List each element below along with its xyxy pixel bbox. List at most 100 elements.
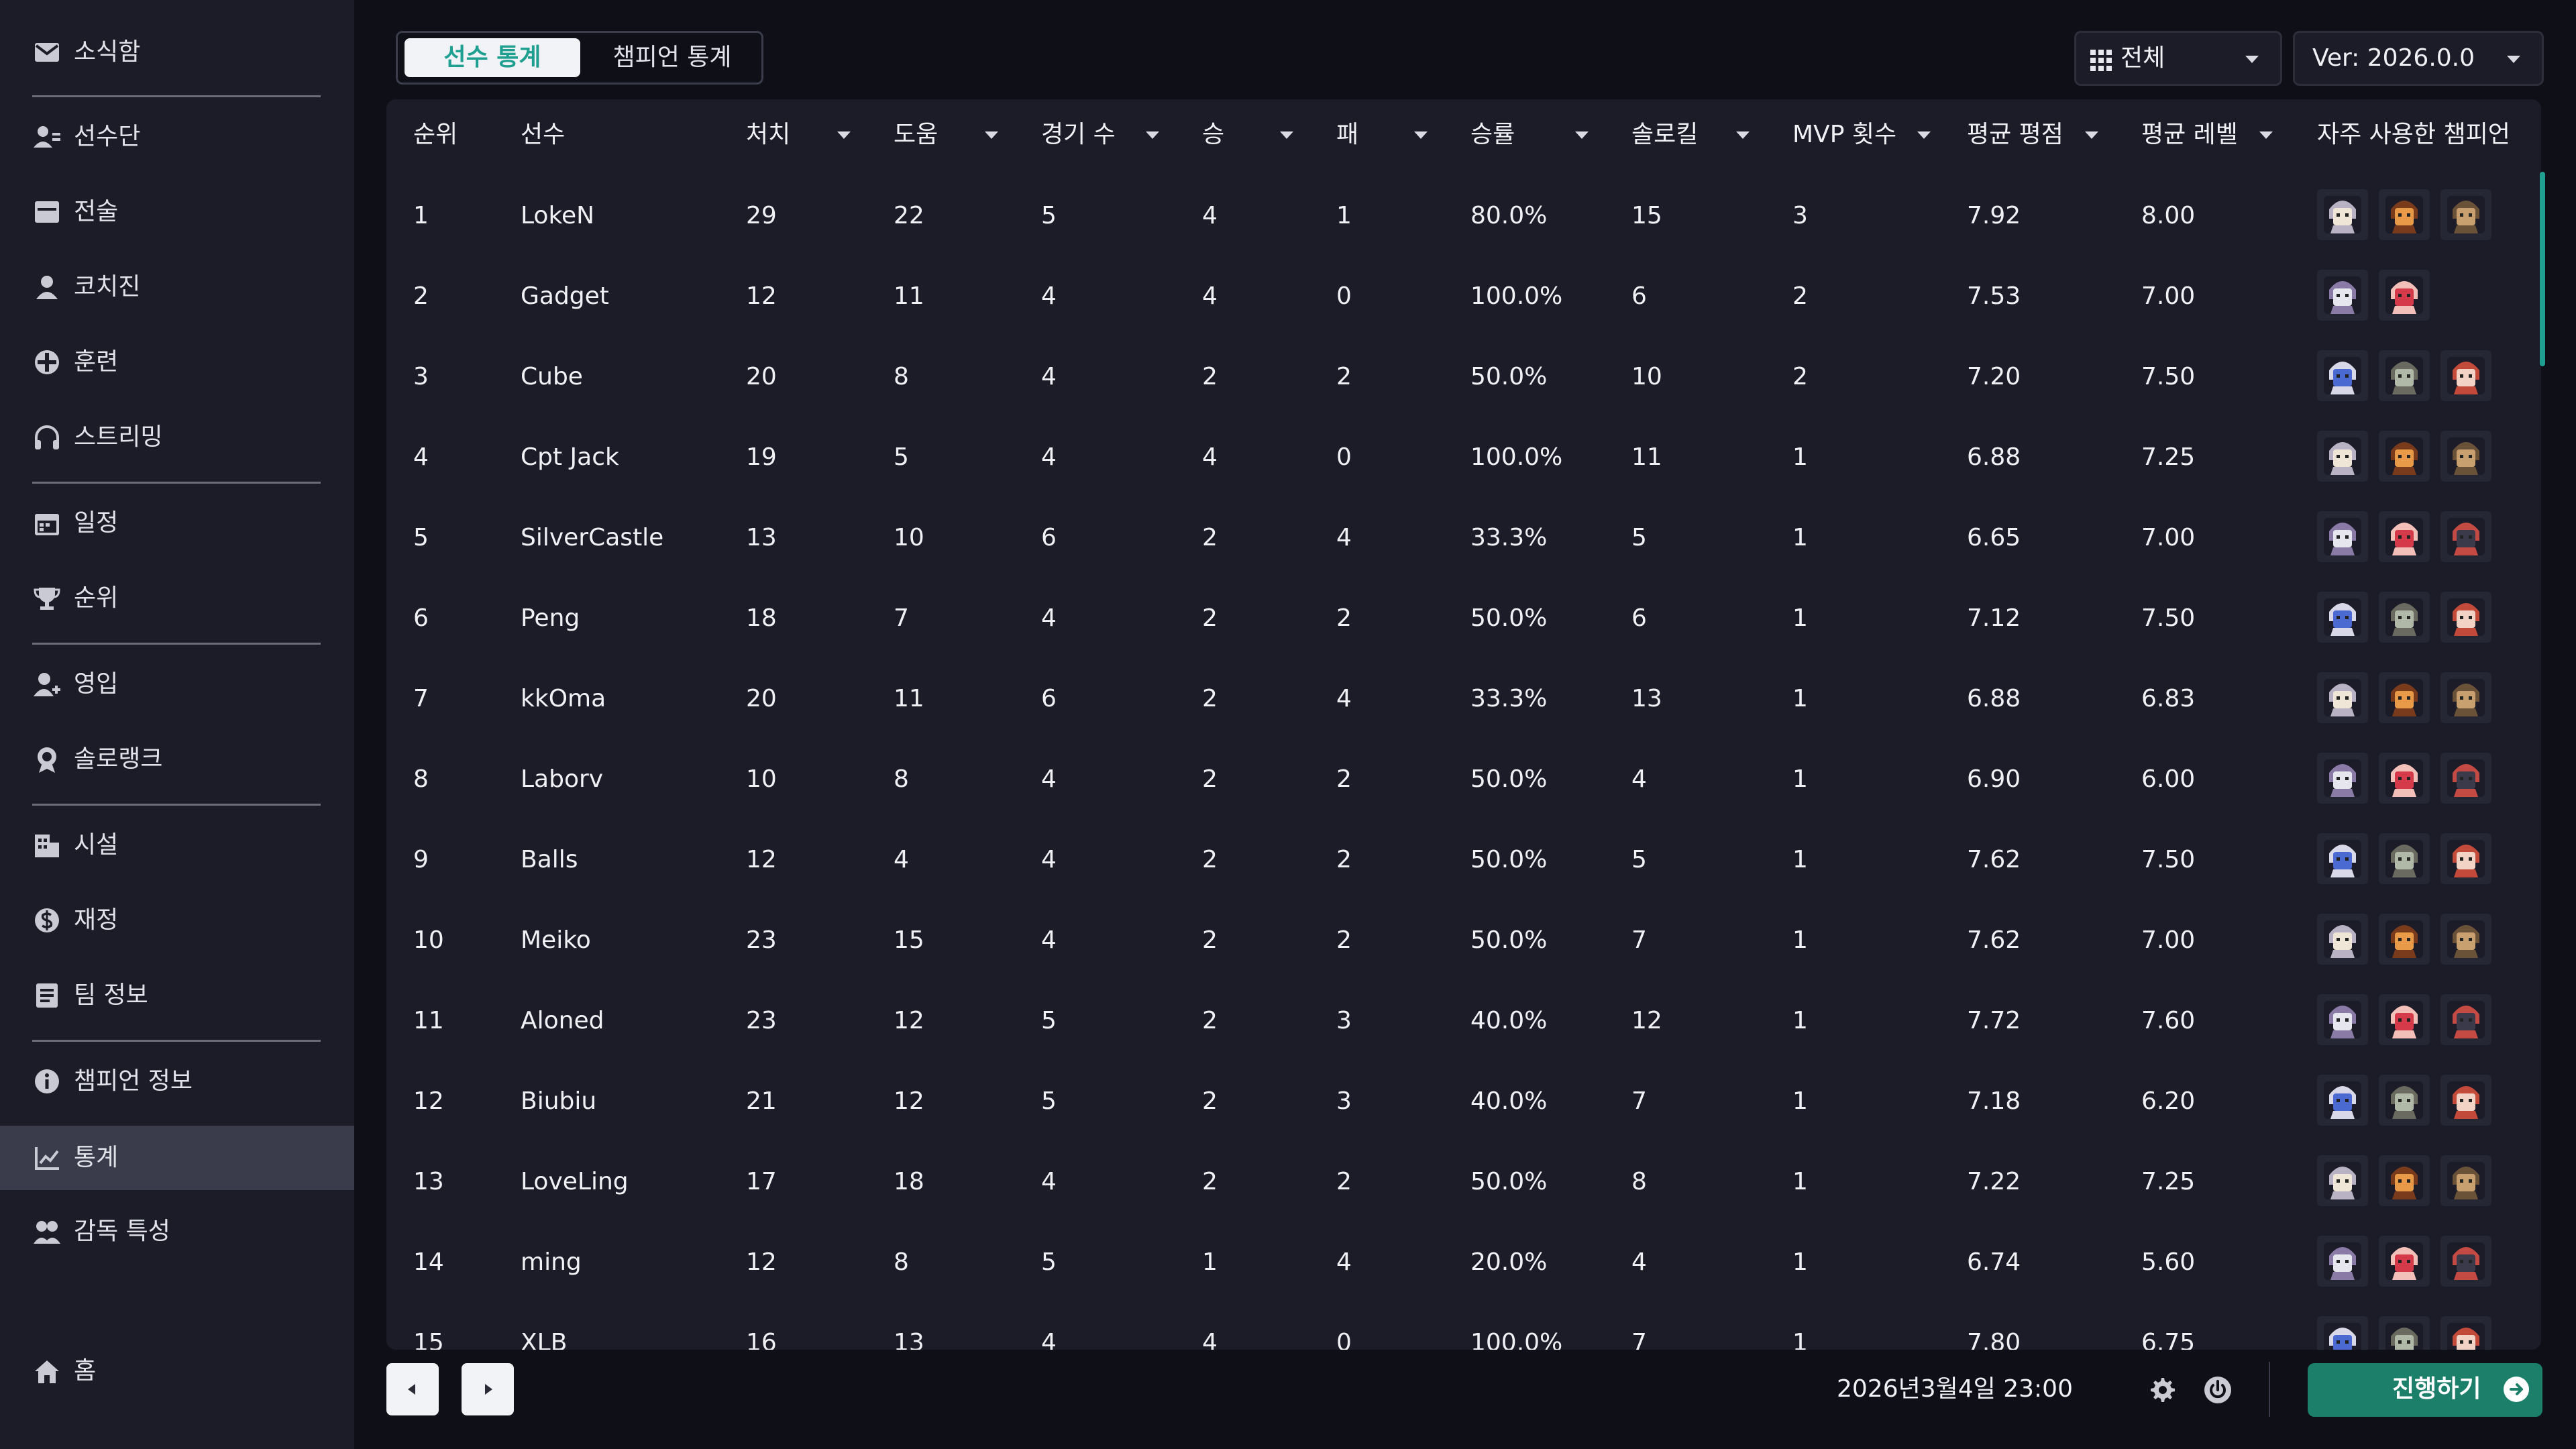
champion-portrait-icon[interactable]	[2440, 350, 2491, 401]
champion-portrait-icon[interactable]	[2440, 431, 2491, 482]
champion-portrait-icon[interactable]	[2440, 1236, 2491, 1287]
sort-caret-icon[interactable]	[2085, 99, 2098, 173]
table-row[interactable]: 10 Meiko 23 15 4 2 2 50.0% 7 1 7.62 7.00	[386, 899, 2541, 979]
champion-portrait-icon[interactable]	[2379, 189, 2430, 240]
champion-portrait-icon[interactable]	[2440, 592, 2491, 643]
champion-portrait-icon[interactable]	[2317, 592, 2368, 643]
champion-portrait-icon[interactable]	[2440, 511, 2491, 562]
champion-portrait-icon[interactable]	[2379, 511, 2430, 562]
champion-portrait-icon[interactable]	[2440, 753, 2491, 804]
sort-caret-icon[interactable]	[985, 99, 998, 173]
sidebar-item-home[interactable]: 홈	[0, 1339, 354, 1403]
table-row[interactable]: 5 SilverCastle 13 10 6 2 4 33.3% 5 1 6.65 7.00	[386, 496, 2541, 577]
champion-portrait-icon[interactable]	[2317, 189, 2368, 240]
prev-page-button[interactable]	[386, 1363, 439, 1415]
champion-portrait-icon[interactable]	[2379, 350, 2430, 401]
column-header-solo-kills[interactable]: 솔로킬	[1631, 99, 1698, 173]
table-row[interactable]: 13 LoveLing 17 18 4 2 2 50.0% 8 1 7.22 7.25	[386, 1140, 2541, 1221]
sidebar-item-recruit[interactable]: 영입	[0, 652, 354, 716]
table-row[interactable]: 14 ming 12 8 5 1 4 20.0% 4 1 6.74 5.60	[386, 1221, 2541, 1301]
sidebar-item-facilities[interactable]: 시설	[0, 813, 354, 877]
table-row[interactable]: 7 kkOma 20 11 6 2 4 33.3% 13 1 6.88 6.83	[386, 657, 2541, 738]
table-row[interactable]: 4 Cpt Jack 19 5 4 4 0 100.0% 11 1 6.88 7.25	[386, 416, 2541, 496]
table-body[interactable]: 1 LokeN 29 22 5 4 1 80.0% 15 3 7.92 8.00 2 Gadget 12 1…	[386, 173, 2541, 1350]
champion-portrait-icon[interactable]	[2317, 270, 2368, 321]
champion-portrait-icon[interactable]	[2317, 753, 2368, 804]
champion-portrait-icon[interactable]	[2317, 350, 2368, 401]
champion-portrait-icon[interactable]	[2317, 511, 2368, 562]
sidebar-item-statistics[interactable]: 통계	[0, 1126, 354, 1190]
sidebar-item-tactics[interactable]: 전술	[0, 180, 354, 244]
champion-portrait-icon[interactable]	[2379, 994, 2430, 1045]
champion-portrait-icon[interactable]	[2440, 1155, 2491, 1206]
champion-portrait-icon[interactable]	[2440, 1316, 2491, 1350]
sidebar-item-standings[interactable]: 순위	[0, 566, 354, 631]
sidebar-item-coaches[interactable]: 코치진	[0, 255, 354, 319]
table-scrollbar[interactable]	[2540, 172, 2545, 366]
sort-caret-icon[interactable]	[1146, 99, 1159, 173]
champion-portrait-icon[interactable]	[2379, 833, 2430, 884]
sidebar-item-solorank[interactable]: 솔로랭크	[0, 727, 354, 792]
column-header-wins[interactable]: 승	[1202, 99, 1224, 173]
champion-portrait-icon[interactable]	[2379, 1316, 2430, 1350]
table-row[interactable]: 9 Balls 12 4 4 2 2 50.0% 5 1 7.62 7.50	[386, 818, 2541, 899]
next-page-button[interactable]	[462, 1363, 514, 1415]
table-row[interactable]: 12 Biubiu 21 12 5 2 3 40.0% 7 1 7.18 6.20	[386, 1060, 2541, 1140]
champion-portrait-icon[interactable]	[2317, 1316, 2368, 1350]
column-header-avg-rating[interactable]: 평균 평점	[1967, 99, 2063, 173]
sort-caret-icon[interactable]	[1575, 99, 1589, 173]
scope-dropdown[interactable]: 전체	[2074, 31, 2282, 86]
sort-caret-icon[interactable]	[1917, 99, 1931, 173]
column-header-mvp-count[interactable]: MVP 횟수	[1792, 99, 1896, 173]
champion-portrait-icon[interactable]	[2440, 672, 2491, 723]
champion-portrait-icon[interactable]	[2317, 1075, 2368, 1126]
version-dropdown[interactable]: Ver: 2026.0.0	[2293, 31, 2544, 86]
champion-portrait-icon[interactable]	[2379, 431, 2430, 482]
champion-portrait-icon[interactable]	[2317, 1155, 2368, 1206]
table-row[interactable]: 6 Peng 18 7 4 2 2 50.0% 6 1 7.12 7.50	[386, 577, 2541, 657]
champion-portrait-icon[interactable]	[2379, 914, 2430, 965]
sort-caret-icon[interactable]	[837, 99, 851, 173]
champion-portrait-icon[interactable]	[2317, 914, 2368, 965]
champion-portrait-icon[interactable]	[2317, 431, 2368, 482]
champion-portrait-icon[interactable]	[2440, 994, 2491, 1045]
sidebar-item-champion-info[interactable]: 챔피언 정보	[0, 1049, 354, 1114]
sidebar-item-team-info[interactable]: 팀 정보	[0, 963, 354, 1028]
table-row[interactable]: 8 Laborv 10 8 4 2 2 50.0% 4 1 6.90 6.00	[386, 738, 2541, 818]
champion-portrait-icon[interactable]	[2379, 1075, 2430, 1126]
champion-portrait-icon[interactable]	[2317, 833, 2368, 884]
champion-portrait-icon[interactable]	[2440, 189, 2491, 240]
sidebar-item-manager-traits[interactable]: 감독 특성	[0, 1199, 354, 1264]
table-row[interactable]: 1 LokeN 29 22 5 4 1 80.0% 15 3 7.92 8.00	[386, 174, 2541, 255]
champion-portrait-icon[interactable]	[2317, 1236, 2368, 1287]
champion-portrait-icon[interactable]	[2379, 270, 2430, 321]
column-header-losses[interactable]: 패	[1336, 99, 1358, 173]
sidebar-item-streaming[interactable]: 스트리밍	[0, 405, 354, 470]
sort-caret-icon[interactable]	[1736, 99, 1750, 173]
champion-portrait-icon[interactable]	[2379, 672, 2430, 723]
champion-portrait-icon[interactable]	[2440, 914, 2491, 965]
sidebar-item-roster[interactable]: 선수단	[0, 105, 354, 169]
tab-player-stats[interactable]: 선수 통계	[405, 38, 580, 77]
champion-portrait-icon[interactable]	[2379, 1236, 2430, 1287]
champion-portrait-icon[interactable]	[2379, 753, 2430, 804]
champion-portrait-icon[interactable]	[2379, 592, 2430, 643]
column-header-kills[interactable]: 처치	[746, 99, 790, 173]
column-header-assists[interactable]: 도움	[894, 99, 938, 173]
sidebar-item-finance[interactable]: 재정	[0, 888, 354, 953]
column-header-winrate[interactable]: 승률	[1470, 99, 1515, 173]
champion-portrait-icon[interactable]	[2317, 994, 2368, 1045]
column-header-avg-level[interactable]: 평균 레벨	[2141, 99, 2238, 173]
table-row[interactable]: 11 Aloned 23 12 5 2 3 40.0% 12 1 7.72 7.60	[386, 979, 2541, 1060]
sidebar-item-inbox[interactable]: 소식함	[0, 20, 354, 85]
power-icon[interactable]	[2203, 1375, 2233, 1405]
table-row[interactable]: 2 Gadget 12 11 4 4 0 100.0% 6 2 7.53 7.00	[386, 255, 2541, 335]
sort-caret-icon[interactable]	[2259, 99, 2273, 173]
tab-champion-stats[interactable]: 챔피언 통계	[588, 38, 756, 77]
sidebar-item-training[interactable]: 훈련	[0, 330, 354, 394]
table-row[interactable]: 3 Cube 20 8 4 2 2 50.0% 10 2 7.20 7.50	[386, 335, 2541, 416]
sidebar-item-schedule[interactable]: 일정	[0, 491, 354, 555]
proceed-button[interactable]: 진행하기	[2308, 1363, 2542, 1417]
gear-icon[interactable]	[2147, 1375, 2176, 1405]
sort-caret-icon[interactable]	[1280, 99, 1293, 173]
